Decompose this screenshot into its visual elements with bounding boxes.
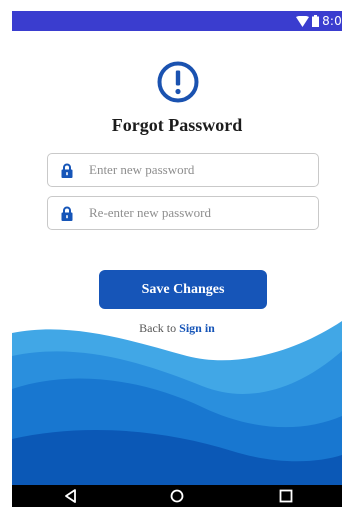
back-triangle-icon[interactable]: [62, 488, 80, 504]
new-password-field[interactable]: [47, 153, 319, 187]
save-changes-button[interactable]: Save Changes: [99, 270, 267, 309]
device-frame: 8:0 Forgot Password Save Changes Back to…: [0, 0, 345, 518]
lock-icon: [61, 206, 73, 221]
status-icons: 8:0: [296, 14, 342, 28]
page-title: Forgot Password: [111, 115, 243, 135]
new-password-input[interactable]: [89, 159, 309, 181]
reenter-password-field[interactable]: [47, 196, 319, 230]
reenter-password-input[interactable]: [89, 202, 309, 224]
recents-square-icon[interactable]: [277, 488, 295, 504]
back-prefix-text: Back to: [139, 321, 177, 335]
status-bar: 8:0: [12, 11, 342, 31]
wifi-icon: [296, 15, 310, 27]
back-to-sign-in-row: Back to Sign in: [12, 321, 342, 336]
battery-icon: [312, 15, 320, 27]
background-waves: [12, 321, 342, 487]
sign-in-link[interactable]: Sign in: [179, 321, 215, 335]
home-circle-icon[interactable]: [168, 488, 186, 504]
lock-icon: [61, 163, 73, 178]
screen: 8:0 Forgot Password Save Changes Back to…: [12, 11, 342, 507]
alert-circle-icon: [157, 61, 199, 103]
navigation-bar: [12, 485, 342, 507]
status-time: 8:0: [322, 14, 342, 28]
